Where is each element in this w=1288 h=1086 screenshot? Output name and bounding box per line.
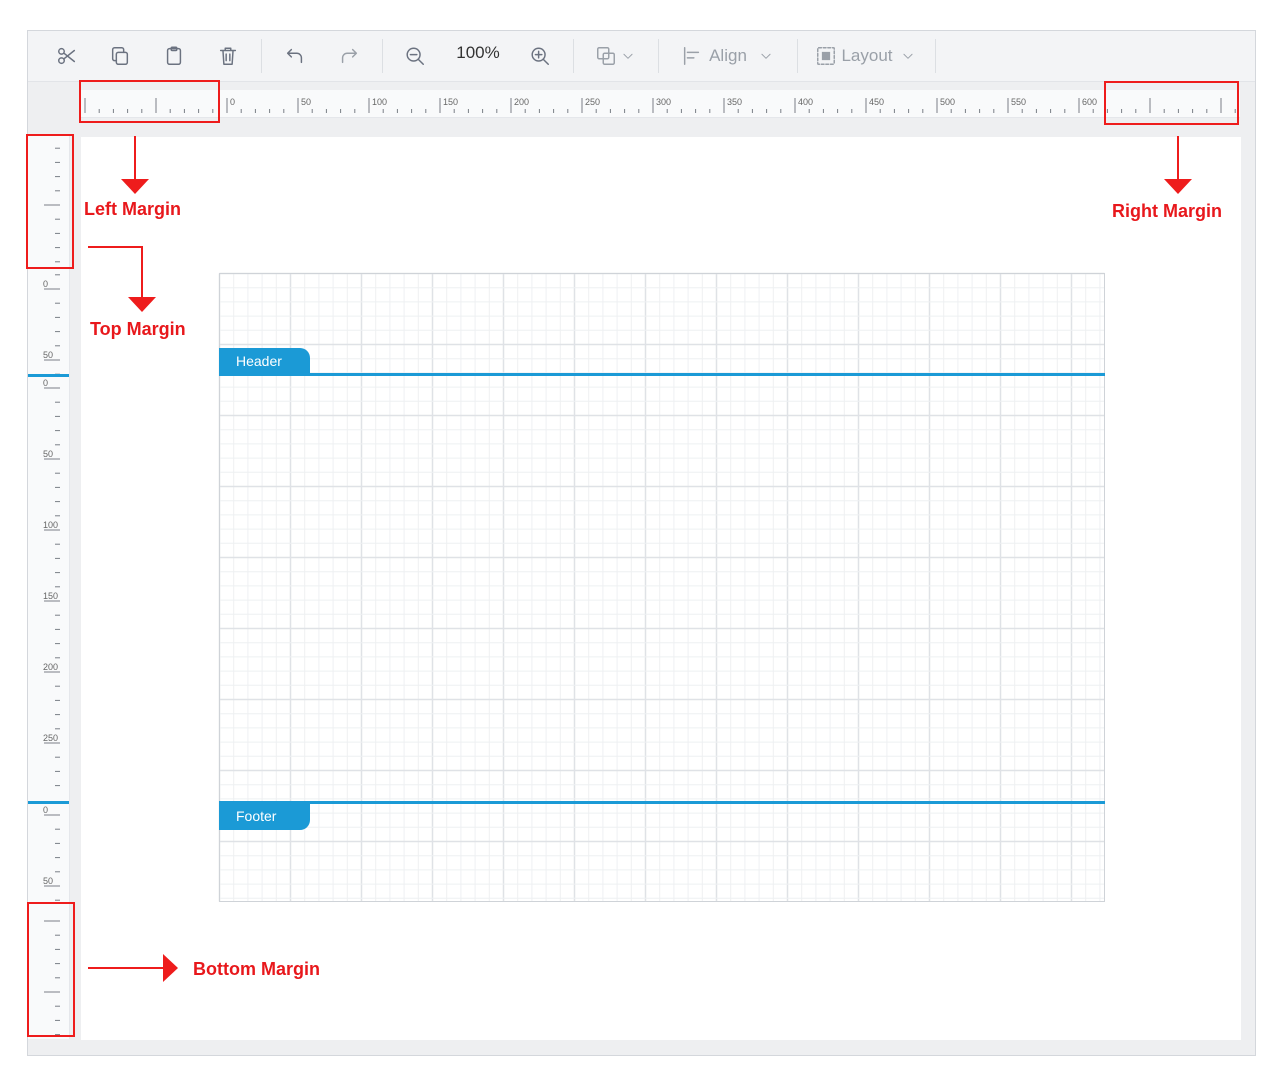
header-band-label: Header [236, 353, 282, 369]
ruler-label: 50 [301, 97, 311, 107]
cut-button[interactable] [50, 31, 84, 81]
ruler-label: 0 [43, 378, 48, 388]
copy-button[interactable] [103, 31, 137, 81]
delete-button[interactable] [211, 31, 245, 81]
toolbar: 100% Align Layout [28, 31, 1255, 82]
align-icon [684, 47, 700, 65]
ruler-label: 0 [230, 97, 235, 107]
top-margin-label: Top Margin [90, 319, 186, 339]
right-margin-label: Right Margin [1112, 201, 1222, 221]
delete-icon [219, 47, 237, 65]
ruler-label: 300 [656, 97, 671, 107]
left-margin-label: Left Margin [84, 199, 181, 219]
ruler-label: 50 [43, 350, 53, 360]
toolbar-separator [261, 39, 262, 73]
undo-icon [286, 48, 303, 64]
toolbar-separator [573, 39, 574, 73]
undo-button[interactable] [278, 31, 312, 81]
zoom-out-icon [406, 47, 424, 65]
ruler-label: 100 [372, 97, 387, 107]
ruler-label: 250 [585, 97, 600, 107]
ruler-label: 100 [43, 520, 58, 530]
zoom-level[interactable]: 100% [448, 31, 508, 81]
ruler-label: 200 [514, 97, 529, 107]
ruler-label: 550 [1011, 97, 1026, 107]
order-dropdown[interactable] [588, 31, 642, 81]
toolbar-separator [382, 39, 383, 73]
align-dropdown[interactable]: Align [673, 31, 781, 81]
ruler-label: 50 [43, 876, 53, 886]
footer-band-label: Footer [236, 808, 277, 824]
footer-band-line[interactable] [219, 801, 1105, 804]
bottom-margin-highlight [27, 902, 75, 1037]
redo-button[interactable] [332, 31, 366, 81]
copy-icon [111, 47, 129, 65]
left-margin-highlight [79, 80, 220, 123]
footer-divider [28, 801, 69, 804]
header-band-line[interactable] [219, 373, 1105, 376]
paste-button[interactable] [157, 31, 191, 81]
ruler-label: 0 [43, 805, 48, 815]
ruler-label: 500 [940, 97, 955, 107]
right-margin-highlight [1104, 81, 1239, 125]
paste-icon [166, 46, 182, 65]
chevron-down-icon [623, 53, 633, 59]
report-canvas: Header Footer [218, 272, 1105, 902]
ruler-label: 50 [43, 449, 53, 459]
horizontal-ruler-scale: 0 50 100 150 200 250 300 350 400 450 500 550 600 [84, 97, 1236, 113]
zoom-in-icon [531, 47, 549, 65]
zoom-in-button[interactable] [523, 31, 557, 81]
scissors-icon [58, 47, 76, 65]
order-icon [597, 47, 615, 65]
redo-icon [341, 48, 358, 64]
top-margin-highlight [26, 134, 74, 269]
toolbar-separator [797, 39, 798, 73]
ruler-label: 250 [43, 733, 58, 743]
horizontal-ruler: 0 50 100 150 200 250 300 350 400 450 500 550 600 [79, 90, 1240, 118]
zoom-out-button[interactable] [398, 31, 432, 81]
ruler-label: 400 [798, 97, 813, 107]
bottom-margin-label: Bottom Margin [193, 959, 320, 979]
ruler-label: 150 [443, 97, 458, 107]
design-grid [218, 272, 1105, 902]
ruler-label: 350 [727, 97, 742, 107]
align-label: Align [709, 46, 747, 65]
toolbar-separator [658, 39, 659, 73]
header-divider [28, 374, 69, 377]
ruler-label: 200 [43, 662, 58, 672]
layout-icon [817, 47, 836, 65]
report-page: Header Footer [81, 137, 1241, 1040]
chevron-down-icon [761, 53, 771, 59]
ruler-label: 150 [43, 591, 58, 601]
layout-dropdown[interactable]: Layout [813, 31, 917, 81]
layout-label: Layout [841, 46, 893, 65]
toolbar-separator [935, 39, 936, 73]
report-designer: 100% Align Layout 0 50 100 150 200 250 300 350 4… [27, 30, 1256, 1056]
ruler-label: 0 [43, 279, 48, 289]
ruler-label: 600 [1082, 97, 1097, 107]
chevron-down-icon [902, 53, 913, 59]
ruler-label: 450 [869, 97, 884, 107]
